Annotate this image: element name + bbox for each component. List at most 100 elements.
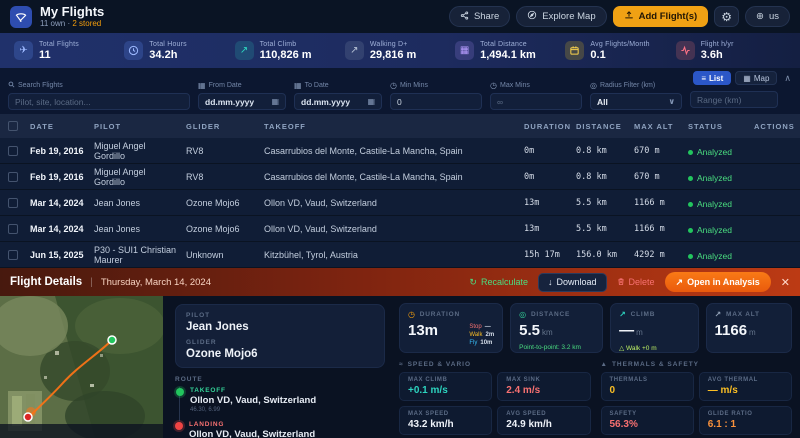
- climb-trend-icon: ↗: [619, 310, 627, 319]
- share-button[interactable]: Share: [448, 6, 511, 27]
- status-dot-icon: [688, 201, 693, 207]
- to-date-label: ▦ To Date: [294, 81, 329, 90]
- takeoff-marker: [107, 335, 117, 345]
- mountain-icon: △: [619, 345, 625, 352]
- list-icon: ≡: [701, 73, 707, 83]
- stat-walking-dplus: ↗ Walking D+ 29,816 m: [344, 41, 455, 61]
- map-view-button[interactable]: ▦ Map: [735, 71, 778, 85]
- from-date-label: ▦ From Date: [198, 81, 242, 90]
- table-row[interactable]: Feb 19, 2016 Miguel Angel Gordillo RV8 C…: [0, 164, 800, 190]
- delete-button[interactable]: Delete: [617, 277, 655, 288]
- row-checkbox[interactable]: [8, 171, 18, 182]
- landing-entry: LANDING Ollon VD, Vaud, Switzerland: [174, 421, 385, 438]
- min-mins-label: ◷ Min Mins: [390, 81, 428, 90]
- max-speed-stat: MAX SPEED 43.2 km/h: [399, 406, 493, 435]
- flight-track-map[interactable]: [0, 296, 163, 438]
- add-flights-button[interactable]: Add Flight(s): [612, 6, 709, 27]
- landing-dot-icon: [174, 422, 183, 430]
- explore-map-button[interactable]: Explore Map: [516, 6, 607, 27]
- from-date-input[interactable]: dd.mm.yyyy ▦: [198, 93, 286, 110]
- stat-total-flights: ✈ Total Flights 11: [14, 41, 124, 61]
- flight-stats-column: ◷ DURATION 13m Stop — Walk 2m Fly 10m ◎ …: [395, 296, 800, 438]
- table-row[interactable]: Mar 14, 2024 Jean Jones Ozone Mojo6 Ollo…: [0, 216, 800, 242]
- activity-icon: [675, 41, 695, 60]
- row-checkbox[interactable]: [8, 145, 18, 156]
- trend-up-icon: ↗: [234, 41, 254, 60]
- row-checkbox[interactable]: [8, 197, 18, 208]
- range-km-input[interactable]: [690, 91, 778, 108]
- language-button[interactable]: ⊕ us: [744, 6, 790, 27]
- vario-wave-icon: ≈: [399, 361, 404, 368]
- clock-icon: [124, 41, 144, 60]
- brand: My Flights 11 own · 2 stored: [10, 5, 104, 28]
- own-count: 11 own: [40, 19, 66, 28]
- table-row[interactable]: Jun 15, 2025 P30 - SUI1 Christian Maurer…: [0, 242, 800, 268]
- table-row[interactable]: Mar 14, 2024 Jean Jones Ozone Mojo6 Ollo…: [0, 190, 800, 216]
- plane-icon: ✈: [14, 41, 33, 60]
- filters-bar: ≡ List ▦ Map ∧ Search Flights Pilot, sit…: [0, 68, 800, 114]
- map-icon: ▦: [455, 41, 475, 60]
- row-checkbox[interactable]: [8, 249, 18, 260]
- duration-clock-icon: ◷: [408, 310, 416, 319]
- speed-vario-section: ≈ SPEED & VARIO MAX CLIMB +0.1 m/s MAX S…: [399, 361, 591, 435]
- takeoff-dot-icon: [175, 388, 184, 396]
- search-input[interactable]: [8, 93, 190, 110]
- max-alt-card: ↗ MAX ALT 1166 m: [705, 303, 792, 353]
- max-climb-stat: MAX CLIMB +0.1 m/s: [399, 372, 493, 401]
- page-title: My Flights: [40, 4, 105, 19]
- close-details-icon[interactable]: ✕: [781, 276, 790, 289]
- map-view-icon: ▦: [743, 73, 751, 83]
- stat-total-climb: ↗ Total Climb 110,826 m: [234, 41, 345, 61]
- view-toggle: ≡ List ▦ Map ∧: [693, 71, 794, 85]
- top-bar: My Flights 11 own · 2 stored Share Explo…: [0, 0, 800, 33]
- paraglider-logo-icon: [10, 5, 32, 28]
- app-root: My Flights 11 own · 2 stored Share Explo…: [0, 0, 800, 438]
- landing-marker: [23, 412, 33, 422]
- download-button[interactable]: ↓ Download: [538, 272, 607, 292]
- thermals-layers-icon: ▲: [600, 361, 608, 368]
- row-checkbox[interactable]: [8, 223, 18, 234]
- status-dot-icon: [688, 149, 693, 155]
- search-label: Search Flights: [8, 81, 190, 90]
- settings-button[interactable]: ⚙: [714, 6, 739, 27]
- status-dot-icon: [688, 175, 693, 181]
- glider-label: GLIDER: [186, 339, 217, 346]
- radius-filter-label: ◎ Radius Filter (km): [590, 81, 656, 90]
- radius-filter-select[interactable]: All ∨: [590, 93, 682, 110]
- max-mins-input[interactable]: [490, 93, 582, 110]
- calendar-icon: [565, 41, 585, 60]
- min-mins-input[interactable]: [390, 93, 482, 110]
- stat-total-hours: Total Hours 34.2h: [124, 41, 234, 61]
- thermals-stat: THERMALS 0: [600, 372, 694, 401]
- avg-speed-stat: AVG SPEED 24.9 km/h: [497, 406, 591, 435]
- max-sink-stat: MAX SINK 2.4 m/s: [497, 372, 591, 401]
- pilot-route-column: PILOT Jean Jones GLIDER Ozone Mojo6 ROUT…: [163, 296, 395, 438]
- details-title: Flight Details: [10, 276, 83, 288]
- recalculate-button[interactable]: ↻ Recalculate: [469, 277, 528, 288]
- route-section: ROUTE TAKEOFF Ollon VD, Vaud, Switzerlan…: [174, 376, 385, 438]
- chevron-down-icon: ∨: [668, 97, 676, 106]
- duration-card: ◷ DURATION 13m Stop — Walk 2m Fly 10m: [399, 303, 504, 353]
- climb-card: ↗ CLIMB — m △ Walk +0 m: [610, 303, 699, 353]
- takeoff-location: Ollon VD, Vaud, Switzerland: [190, 395, 317, 406]
- stat-total-distance: ▦ Total Distance 1,494.1 km: [455, 41, 565, 61]
- list-view-button[interactable]: ≡ List: [693, 71, 732, 85]
- open-in-analysis-button[interactable]: ↗ Open in Analysis: [664, 272, 771, 292]
- hike-trend-icon: ↗: [344, 41, 364, 60]
- collapse-filters-icon[interactable]: ∧: [781, 73, 794, 84]
- globe-icon: ⊕: [755, 11, 764, 22]
- clock-small-icon: ◷: [490, 81, 497, 90]
- download-icon: ↓: [548, 277, 553, 287]
- calendar-picker-icon: ▦: [271, 97, 279, 106]
- thermals-safety-section: ▲ THERMALS & SAFETY THERMALS 0 AVG THERM…: [600, 361, 792, 435]
- upload-icon: [624, 10, 634, 23]
- stat-flight-hours-year: Flight h/yr 3.6h: [675, 41, 786, 61]
- to-date-input[interactable]: dd.mm.yyyy ▦: [294, 93, 382, 110]
- topbar-actions: Share Explore Map Add Flight(s) ⚙ ⊕ us: [448, 6, 790, 27]
- radius-icon: ◎: [590, 81, 597, 90]
- select-all-checkbox[interactable]: [8, 121, 18, 131]
- calendar-small-icon: ▦: [198, 81, 206, 90]
- compass-icon: [527, 10, 537, 23]
- table-row[interactable]: Feb 19, 2016 Miguel Angel Gordillo RV8 C…: [0, 138, 800, 164]
- status-badge: Analyzed: [688, 225, 732, 235]
